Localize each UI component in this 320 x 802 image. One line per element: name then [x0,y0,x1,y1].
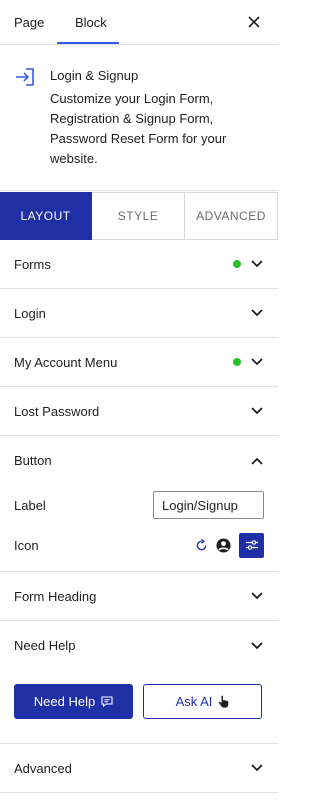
tab-style[interactable]: STYLE [92,192,185,240]
close-icon [248,16,260,28]
chevron-down-icon [250,589,264,603]
reset-icon[interactable] [193,537,209,553]
button-label-input[interactable] [153,491,264,519]
section-form-heading[interactable]: Form Heading [0,572,278,621]
need-help-button[interactable]: Need Help [14,684,133,719]
section-advanced[interactable]: Advanced [0,744,278,793]
block-card: Login & Signup Customize your Login Form… [0,45,278,191]
section-form-heading-title: Form Heading [14,588,97,604]
section-my-account-menu[interactable]: My Account Menu [0,338,278,387]
chat-icon [101,696,113,707]
section-button: Button Label Icon [0,436,278,572]
tab-layout[interactable]: LAYOUT [0,192,92,240]
section-need-help-header[interactable]: Need Help [0,621,278,670]
section-need-help: Need Help Need Help Ask AI [0,621,278,744]
section-login[interactable]: Login [0,289,278,338]
ask-ai-button-label: Ask AI [175,694,213,709]
button-icon-row: Icon [0,525,278,565]
block-title: Login & Signup [50,68,139,83]
chevron-down-icon [250,404,264,418]
chevron-down-icon [250,355,264,369]
block-info: Login & Signup Customize your Login Form… [50,65,230,172]
ask-ai-button[interactable]: Ask AI [143,684,262,719]
section-login-title: Login [14,305,46,321]
chevron-down-icon [250,306,264,320]
sidebar-header-tabs: Page Block [0,0,278,45]
chevron-down-icon [250,257,264,271]
tab-page[interactable]: Page [0,0,57,44]
chevron-up-icon [250,454,264,468]
button-label-caption: Label [14,497,46,513]
section-button-header[interactable]: Button [0,436,278,485]
icon-settings-button[interactable] [239,532,264,558]
section-my-account-menu-title: My Account Menu [14,354,118,370]
button-icon-caption: Icon [14,537,39,553]
section-button-title: Button [14,453,52,468]
chevron-down-icon [250,761,264,775]
section-need-help-title: Need Help [14,638,76,653]
section-lost-password-title: Lost Password [14,403,100,419]
button-label-row: Label [0,485,278,525]
status-dot [233,358,241,366]
close-button[interactable] [242,10,266,34]
block-description: Customize your Login Form, Registration … [50,91,227,166]
chevron-down-icon [250,639,264,653]
login-arrow-icon [16,68,34,86]
panel-tabs: LAYOUT STYLE ADVANCED [0,192,278,240]
help-buttons: Need Help Ask AI [0,684,278,719]
user-circle-icon[interactable] [215,537,231,553]
section-forms-title: Forms [14,256,51,272]
need-help-button-label: Need Help [33,694,96,709]
status-dot [233,260,241,268]
section-advanced-title: Advanced [14,760,72,776]
tab-advanced[interactable]: ADVANCED [185,192,278,240]
icon-controls [193,532,264,558]
section-lost-password[interactable]: Lost Password [0,387,278,436]
hand-pointer-icon [219,695,229,708]
tab-block[interactable]: Block [57,0,119,44]
panel-body: Forms Login My Account Menu Lost Passwor… [0,240,278,793]
section-forms[interactable]: Forms [0,240,278,289]
sliders-icon [245,540,258,550]
